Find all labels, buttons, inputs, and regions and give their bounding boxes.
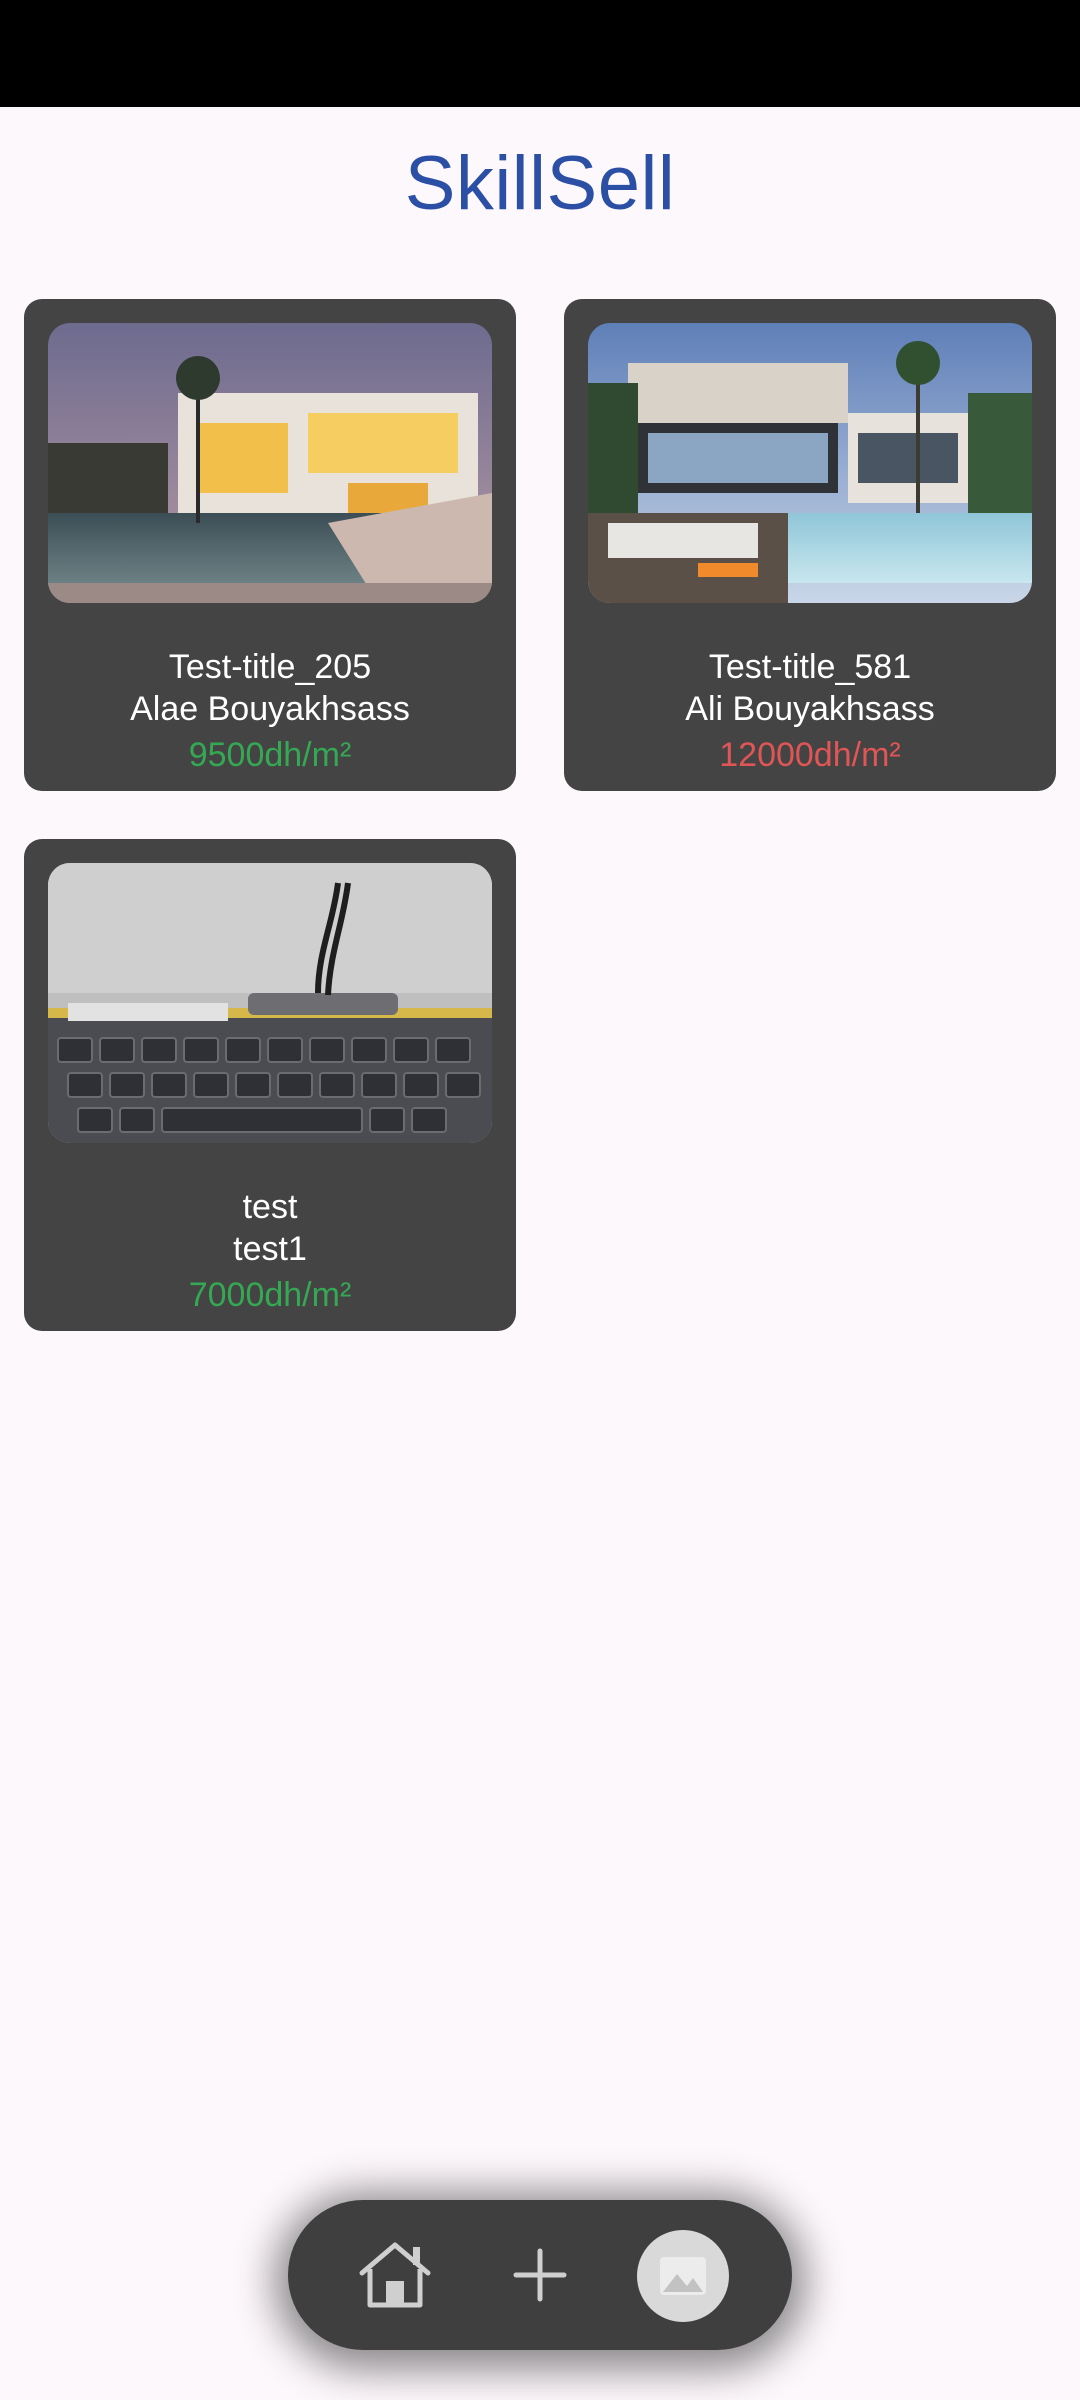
home-icon [359,2242,431,2308]
listing-image [48,863,492,1143]
status-bar [0,0,1080,107]
listing-image [48,323,492,603]
listing-card[interactable]: Test-title_205 Alae Bouyakhsass 9500dh/m… [24,299,516,791]
listing-price: 12000dh/m² [719,736,901,774]
profile-image-placeholder-icon [660,2257,706,2295]
listing-owner: Ali Bouyakhsass [685,690,935,728]
profile-button[interactable] [637,2230,729,2322]
page-title: SkillSell [404,141,676,226]
listing-title: Test-title_581 [708,648,912,686]
listing-card[interactable]: Test-title_581 Ali Bouyakhsass 12000dh/m… [564,299,1056,791]
listing-owner: test1 [233,1230,307,1268]
listing-title: test [242,1188,298,1226]
listing-image [588,323,1032,603]
listing-card[interactable]: test test1 7000dh/m² [24,839,516,1331]
bottom-nav [288,2200,792,2350]
listing-title: Test-title_205 [168,648,372,686]
add-listing-button[interactable] [495,2230,585,2320]
plus-icon [513,2248,567,2302]
listing-owner: Alae Bouyakhsass [130,690,410,728]
listing-price: 7000dh/m² [188,1276,352,1314]
listing-price: 9500dh/m² [188,736,352,774]
home-button[interactable] [350,2230,440,2320]
